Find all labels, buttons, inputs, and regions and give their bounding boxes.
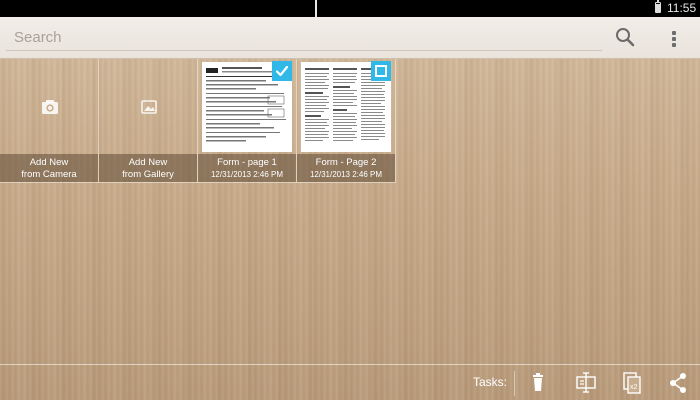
menu-dot bbox=[672, 31, 676, 35]
menu-dot bbox=[672, 43, 676, 47]
tile-title: Form - Page 2 bbox=[315, 157, 377, 168]
tile-caption: Form - page 1 12/31/2013 2:46 PM bbox=[198, 154, 296, 182]
tile-date: 12/31/2013 2:46 PM bbox=[210, 169, 284, 179]
unselected-checkbox[interactable] bbox=[371, 61, 391, 81]
delete-button[interactable] bbox=[525, 371, 551, 395]
tile-caption: Form - Page 2 12/31/2013 2:46 PM bbox=[297, 154, 395, 182]
share-button[interactable] bbox=[665, 371, 691, 395]
tile-art bbox=[99, 59, 197, 154]
ocr-button[interactable] bbox=[573, 371, 599, 395]
search-button[interactable] bbox=[612, 25, 638, 51]
search-icon bbox=[616, 28, 635, 47]
tile-art bbox=[297, 59, 395, 154]
camera-icon bbox=[42, 100, 58, 114]
document-tile[interactable]: Form - page 1 12/31/2013 2:46 PM bbox=[198, 59, 297, 183]
battery-icon bbox=[655, 0, 661, 13]
tasks-divider bbox=[514, 371, 515, 396]
share-icon bbox=[670, 373, 686, 393]
clock: 11:55 bbox=[667, 1, 697, 15]
search-input[interactable] bbox=[6, 25, 602, 51]
tile-date: 12/31/2013 2:46 PM bbox=[309, 169, 383, 179]
search-bar bbox=[0, 17, 700, 59]
svg-text:x2: x2 bbox=[630, 384, 638, 391]
status-divider bbox=[315, 0, 317, 17]
duplicate-button[interactable]: x2 bbox=[619, 371, 645, 395]
ocr-icon bbox=[576, 372, 596, 393]
tile-art bbox=[0, 59, 98, 154]
tasks-label: Tasks: bbox=[473, 375, 508, 389]
status-bar: 11:55 bbox=[0, 0, 700, 17]
checkbox-empty-icon bbox=[375, 65, 387, 77]
tile-title: Form - page 1 bbox=[217, 157, 277, 168]
tile-subtitle: from Gallery bbox=[122, 168, 174, 180]
tile-caption: Add New from Gallery bbox=[99, 154, 197, 182]
overflow-menu-button[interactable] bbox=[664, 25, 684, 51]
tile-caption: Add New from Camera bbox=[0, 154, 98, 182]
add-from-camera-tile[interactable]: Add New from Camera bbox=[0, 59, 99, 183]
bottom-bar-divider bbox=[0, 364, 700, 365]
tile-art bbox=[198, 59, 296, 154]
tile-title: Add New bbox=[29, 157, 69, 168]
menu-dot bbox=[672, 37, 676, 41]
delete-icon bbox=[533, 373, 543, 391]
duplicate-icon: x2 bbox=[623, 372, 641, 394]
add-from-gallery-tile[interactable]: Add New from Gallery bbox=[99, 59, 198, 183]
check-icon bbox=[275, 65, 289, 77]
document-tile[interactable]: Form - Page 2 12/31/2013 2:46 PM bbox=[297, 59, 396, 183]
gallery-icon bbox=[141, 100, 157, 114]
selected-checkbox[interactable] bbox=[272, 61, 292, 81]
tile-subtitle: from Camera bbox=[21, 168, 77, 180]
tile-title: Add New bbox=[128, 157, 168, 168]
